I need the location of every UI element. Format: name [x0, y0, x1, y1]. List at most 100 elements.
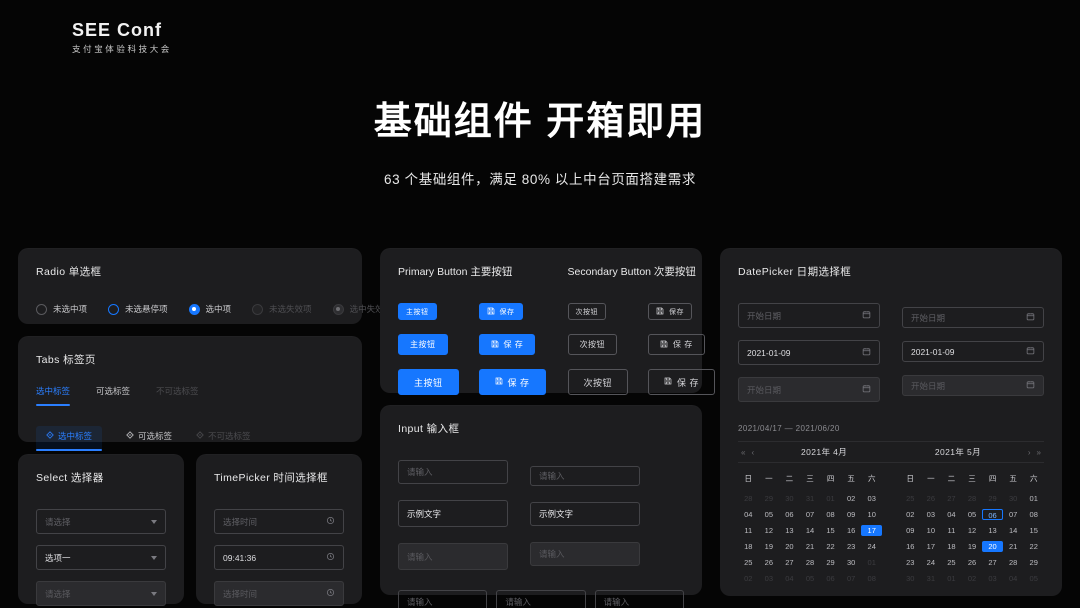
- calendar-day[interactable]: 01: [820, 493, 841, 504]
- secondary-save-button-s[interactable]: 保存: [648, 303, 693, 320]
- secondary-button-l[interactable]: 次按钮: [567, 369, 629, 395]
- calendar-day[interactable]: 07: [800, 509, 821, 520]
- primary-button-l[interactable]: 主按钮: [398, 369, 459, 395]
- calendar-day[interactable]: 06: [779, 509, 800, 520]
- calendar-day[interactable]: 02: [962, 573, 983, 584]
- input-field-bottom-1[interactable]: 请输入: [496, 590, 586, 608]
- calendar-day[interactable]: 16: [841, 525, 862, 536]
- secondary-button-m[interactable]: 次按钮: [567, 334, 618, 355]
- timepicker-field-0[interactable]: 选择时间: [214, 509, 344, 534]
- calendar-day[interactable]: 05: [1023, 573, 1044, 584]
- secondary-save-button-l[interactable]: 保 存: [648, 369, 716, 395]
- calendar-day[interactable]: 06: [820, 573, 841, 584]
- datepicker-field-left-1[interactable]: 2021-01-09: [738, 340, 880, 365]
- tab-item-1[interactable]: 可选标签: [126, 430, 172, 451]
- calendar-day[interactable]: 26: [921, 493, 942, 504]
- calendar-day[interactable]: 25: [738, 557, 759, 568]
- calendar-day[interactable]: 17: [861, 525, 882, 536]
- calendar-day[interactable]: 03: [759, 573, 780, 584]
- calendar-day[interactable]: 13: [779, 525, 800, 536]
- tab-item-1[interactable]: 可选标签: [96, 385, 130, 406]
- primary-button-s[interactable]: 主按钮: [398, 303, 437, 320]
- calendar-day[interactable]: 29: [1023, 557, 1044, 568]
- primary-save-button-s[interactable]: 保存: [478, 303, 523, 320]
- datepicker-field-left-0[interactable]: 开始日期: [738, 303, 880, 328]
- calendar-day[interactable]: 24: [861, 541, 882, 552]
- calendar-day[interactable]: 28: [962, 493, 983, 504]
- calendar-day[interactable]: 25: [941, 557, 962, 568]
- secondary-save-button-m[interactable]: 保 存: [648, 334, 705, 355]
- datepicker-field-right-0[interactable]: 开始日期: [902, 307, 1044, 328]
- calendar-day[interactable]: 04: [738, 509, 759, 520]
- calendar-day[interactable]: 31: [800, 493, 821, 504]
- calendar-day[interactable]: 06: [982, 509, 1003, 520]
- calendar-day[interactable]: 10: [861, 509, 882, 520]
- calendar-day[interactable]: 08: [1023, 509, 1044, 520]
- tab-item-0[interactable]: 选中标签: [36, 385, 71, 406]
- calendar-day[interactable]: 24: [921, 557, 942, 568]
- input-field-bottom-0[interactable]: 请输入: [398, 590, 488, 608]
- next-month-button[interactable]: ›: [1025, 448, 1034, 457]
- calendar-day[interactable]: 19: [962, 541, 983, 552]
- calendar-day[interactable]: 12: [962, 525, 983, 536]
- calendar-day[interactable]: 29: [820, 557, 841, 568]
- calendar-day[interactable]: 13: [982, 525, 1003, 536]
- calendar-day[interactable]: 29: [982, 493, 1003, 504]
- calendar-day[interactable]: 02: [841, 493, 862, 504]
- timepicker-field-1[interactable]: 09:41:36: [214, 545, 344, 570]
- calendar-day[interactable]: 20: [982, 541, 1003, 552]
- calendar-day[interactable]: 11: [738, 525, 759, 536]
- calendar-day[interactable]: 30: [900, 573, 921, 584]
- calendar-day[interactable]: 27: [982, 557, 1003, 568]
- calendar-day[interactable]: 08: [820, 509, 841, 520]
- radio-option-2[interactable]: 选中项: [188, 303, 231, 315]
- radio-option-0[interactable]: 未选中项: [36, 303, 87, 315]
- calendar-day[interactable]: 14: [1003, 525, 1024, 536]
- calendar-day[interactable]: 15: [820, 525, 841, 536]
- calendar-day[interactable]: 23: [900, 557, 921, 568]
- calendar-day[interactable]: 23: [841, 541, 862, 552]
- calendar-day[interactable]: 19: [759, 541, 780, 552]
- calendar-day[interactable]: 03: [861, 493, 882, 504]
- radio-option-1[interactable]: 未选悬停项: [108, 303, 168, 315]
- calendar-day[interactable]: 05: [759, 509, 780, 520]
- calendar-day[interactable]: 03: [921, 509, 942, 520]
- calendar-day[interactable]: 31: [921, 573, 942, 584]
- calendar-day[interactable]: 08: [861, 573, 882, 584]
- calendar-day[interactable]: 07: [1003, 509, 1024, 520]
- calendar-day[interactable]: 27: [941, 493, 962, 504]
- tab-item-0[interactable]: 选中标签: [36, 426, 103, 451]
- calendar-day[interactable]: 28: [738, 493, 759, 504]
- calendar-day[interactable]: 22: [1023, 541, 1044, 552]
- prev-month-button[interactable]: ‹: [748, 448, 757, 457]
- input-field-left-0[interactable]: 请输入: [398, 460, 508, 484]
- calendar-day[interactable]: 10: [921, 525, 942, 536]
- calendar-day[interactable]: 18: [941, 541, 962, 552]
- calendar-day[interactable]: 04: [779, 573, 800, 584]
- calendar-day[interactable]: 03: [982, 573, 1003, 584]
- calendar-day[interactable]: 09: [900, 525, 921, 536]
- primary-save-button-m[interactable]: 保 存: [478, 334, 536, 355]
- input-field-right-0[interactable]: 请输入: [530, 466, 640, 486]
- datepicker-field-right-1[interactable]: 2021-01-09: [902, 341, 1044, 362]
- calendar-day[interactable]: 30: [779, 493, 800, 504]
- calendar-day[interactable]: 07: [841, 573, 862, 584]
- prev-year-button[interactable]: «: [738, 448, 748, 457]
- calendar-day[interactable]: 01: [1023, 493, 1044, 504]
- primary-button-m[interactable]: 主按钮: [398, 334, 448, 355]
- input-field-bottom-2[interactable]: 请输入: [594, 590, 684, 608]
- calendar-day[interactable]: 30: [841, 557, 862, 568]
- calendar-day[interactable]: 27: [779, 557, 800, 568]
- calendar-day[interactable]: 14: [800, 525, 821, 536]
- calendar-day[interactable]: 28: [1003, 557, 1024, 568]
- calendar-day[interactable]: 28: [800, 557, 821, 568]
- calendar-day[interactable]: 26: [962, 557, 983, 568]
- calendar-day[interactable]: 11: [941, 525, 962, 536]
- calendar-day[interactable]: 02: [738, 573, 759, 584]
- calendar-day[interactable]: 01: [941, 573, 962, 584]
- calendar-day[interactable]: 30: [1003, 493, 1024, 504]
- calendar-day[interactable]: 12: [759, 525, 780, 536]
- calendar-day[interactable]: 01: [861, 557, 882, 568]
- calendar-day[interactable]: 04: [941, 509, 962, 520]
- calendar-day[interactable]: 05: [962, 509, 983, 520]
